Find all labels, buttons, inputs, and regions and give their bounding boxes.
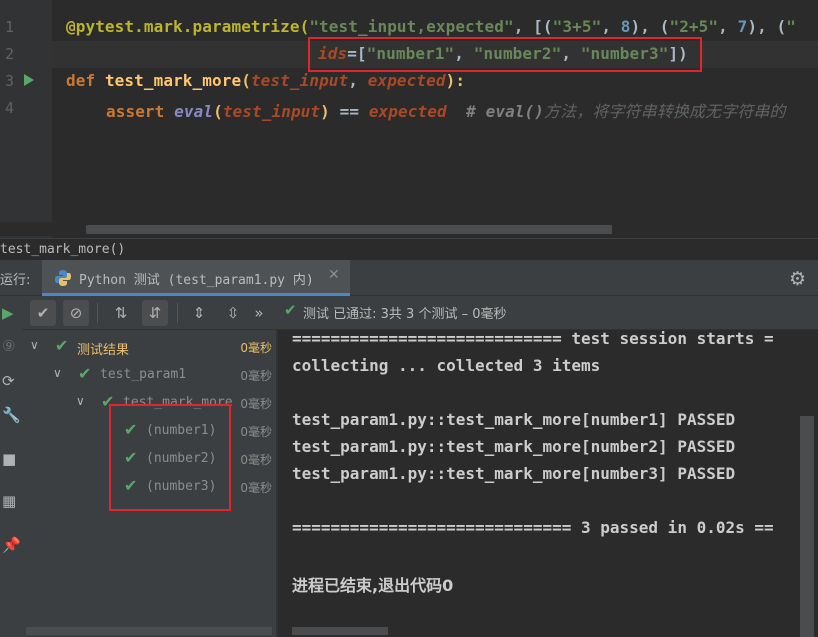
gear-icon[interactable]: ⚙	[789, 268, 806, 290]
tree-horizontal-scrollbar[interactable]	[26, 627, 272, 635]
code-editor[interactable]: 1 2 3 4 @pytest.mark.parametrize("test_i…	[0, 0, 818, 238]
check-icon: ✔	[78, 364, 92, 383]
tree-item-label: test_param1	[100, 367, 187, 382]
history-icon[interactable]: ⑨	[2, 337, 15, 355]
code-line-3: def test_mark_more(test_input, expected)…	[66, 71, 466, 90]
duration-label: 0毫秒	[240, 453, 272, 467]
check-icon: ✔	[284, 301, 297, 319]
console-line: test_param1.py::test_mark_more[number1] …	[292, 410, 736, 429]
line-number: 1	[4, 18, 14, 36]
run-tab-bar: 运行: Python 测试 (test_param1.py 内) ✕	[0, 260, 818, 296]
show-ignored-icon[interactable]: ⊘	[63, 300, 89, 326]
tab-python-tests[interactable]: Python 测试 (test_param1.py 内) ✕	[42, 260, 350, 296]
annotation-highlight-box	[308, 37, 702, 72]
console-line: test_param1.py::test_mark_more[number2] …	[292, 437, 736, 456]
duration-label: 0毫秒	[240, 369, 272, 383]
show-passed-icon[interactable]: ✔	[30, 300, 56, 326]
tree-item-label: 测试结果	[77, 343, 130, 358]
line-number: 4	[4, 99, 14, 117]
python-icon	[55, 270, 71, 286]
rerun-icon[interactable]: ▶	[2, 304, 14, 322]
duration-label: 0毫秒	[240, 341, 272, 355]
run-tab-label: Python 测试 (test_param1.py 内)	[79, 273, 314, 288]
console-horizontal-scrollbar[interactable]	[292, 627, 388, 635]
more-icon[interactable]: »	[252, 300, 266, 326]
run-side-toolbar: ▶ ⑨ ⟳ 🔧 ■ ▦ 📌	[0, 296, 22, 637]
console-line: ============================ test sessio…	[292, 330, 774, 348]
collapse-all-icon[interactable]: ⇳	[220, 300, 246, 326]
debug-icon[interactable]: ⟳	[2, 372, 15, 390]
run-window-label: 运行:	[0, 273, 31, 288]
annotation-highlight-box	[109, 404, 231, 511]
chevron-down-icon[interactable]: ∨	[53, 366, 62, 380]
code-line-4: assert eval(test_input) == expected # ev…	[106, 102, 786, 121]
test-runner-toolbar: ✔ ⊘ ⇅ ⇵ ⇕ ⇳ » ✔ 测试 已通过: 3共 3 个测试 – 0毫秒	[22, 296, 818, 330]
console-line: ============================= 3 passed i…	[292, 518, 774, 537]
chevron-down-icon[interactable]: ∨	[76, 394, 85, 408]
console-line: collecting ... collected 3 items	[292, 356, 601, 375]
check-icon: ✔	[55, 336, 69, 355]
console-output[interactable]: ============================ test sessio…	[278, 330, 818, 637]
editor-scroll-thumb[interactable]	[86, 225, 612, 234]
console-vertical-scrollbar[interactable]	[800, 416, 814, 637]
sort-alpha-icon[interactable]: ⇅	[108, 300, 134, 326]
console-line: test_param1.py::test_mark_more[number3] …	[292, 464, 736, 483]
chevron-down-icon[interactable]: ∨	[30, 338, 39, 352]
line-number: 3	[4, 72, 14, 90]
tree-item-root[interactable]: ∨ ✔ 测试结果 0毫秒	[22, 332, 276, 360]
code-line-1: @pytest.mark.parametrize("test_input,exp…	[66, 17, 797, 36]
tree-item-module[interactable]: ∨ ✔ test_param1 0毫秒	[22, 360, 276, 388]
stop-icon[interactable]: ■	[2, 450, 16, 468]
console-line: 进程已结束,退出代码0	[292, 576, 454, 595]
expand-all-icon[interactable]: ⇕	[186, 300, 212, 326]
toolbar-separator	[177, 303, 178, 323]
pin-icon[interactable]: 📌	[2, 536, 21, 554]
wrench-icon[interactable]: 🔧	[2, 406, 21, 424]
run-test-gutter-icon[interactable]	[24, 74, 34, 86]
sort-duration-icon[interactable]: ⇵	[142, 300, 168, 326]
duration-label: 0毫秒	[240, 397, 272, 411]
line-number: 2	[4, 45, 14, 63]
test-status-summary: 测试 已通过: 3共 3 个测试 – 0毫秒	[303, 307, 507, 322]
breadcrumb[interactable]: test_mark_more()	[0, 238, 818, 260]
close-icon[interactable]: ✕	[328, 267, 340, 283]
layout-icon[interactable]: ▦	[2, 492, 16, 510]
editor-gutter: 1 2 3 4	[0, 0, 52, 238]
duration-label: 0毫秒	[240, 481, 272, 495]
duration-label: 0毫秒	[240, 425, 272, 439]
toolbar-separator	[97, 303, 98, 323]
